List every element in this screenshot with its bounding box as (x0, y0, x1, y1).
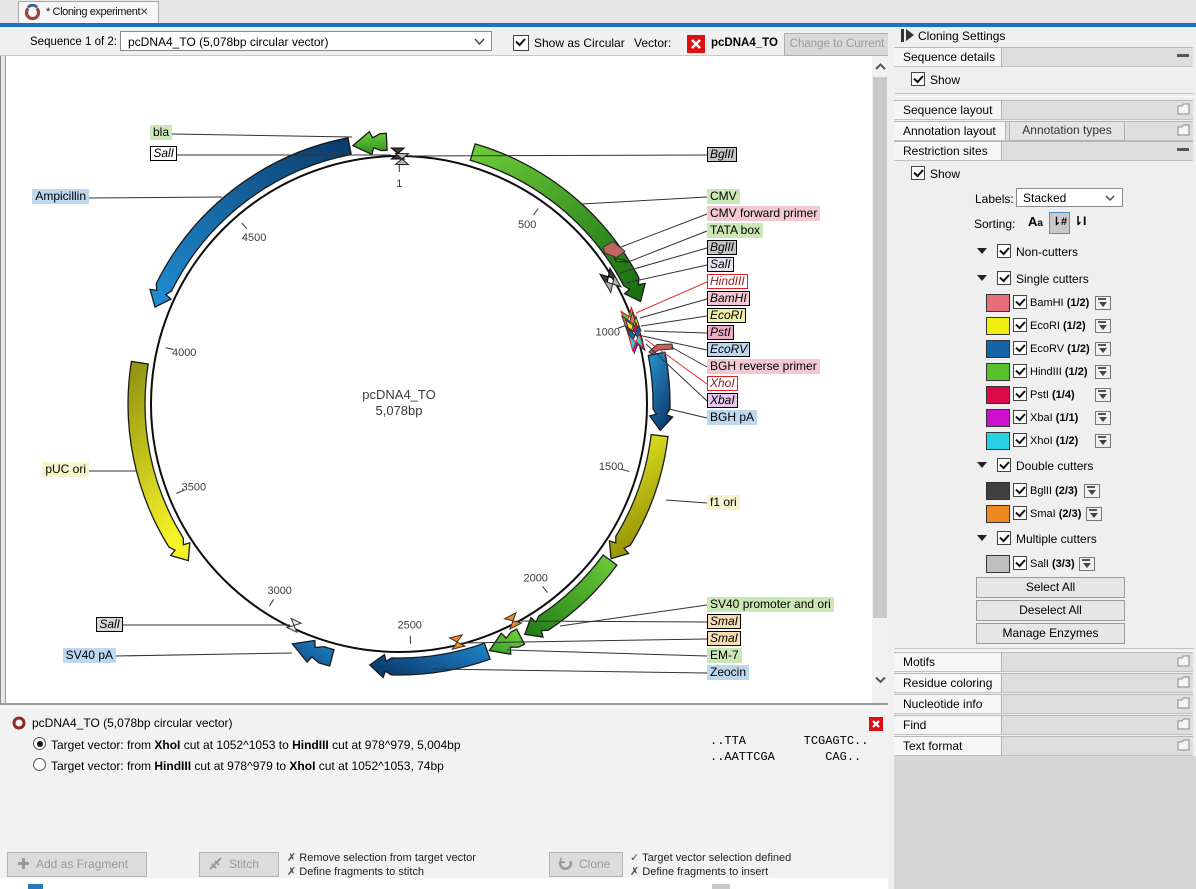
svg-text:pcDNA4_TO: pcDNA4_TO (362, 387, 435, 402)
svg-text:5,078bp: 5,078bp (376, 403, 423, 418)
svg-text:4500: 4500 (242, 232, 266, 244)
svg-text:1: 1 (396, 178, 402, 190)
svg-text:3500: 3500 (182, 481, 206, 493)
svg-text:500: 500 (518, 219, 536, 231)
svg-text:2500: 2500 (397, 620, 421, 632)
svg-text:2000: 2000 (523, 573, 547, 585)
svg-text:3000: 3000 (267, 585, 291, 597)
svg-text:1000: 1000 (596, 327, 620, 339)
svg-text:4000: 4000 (172, 347, 196, 359)
svg-text:1500: 1500 (599, 461, 623, 473)
